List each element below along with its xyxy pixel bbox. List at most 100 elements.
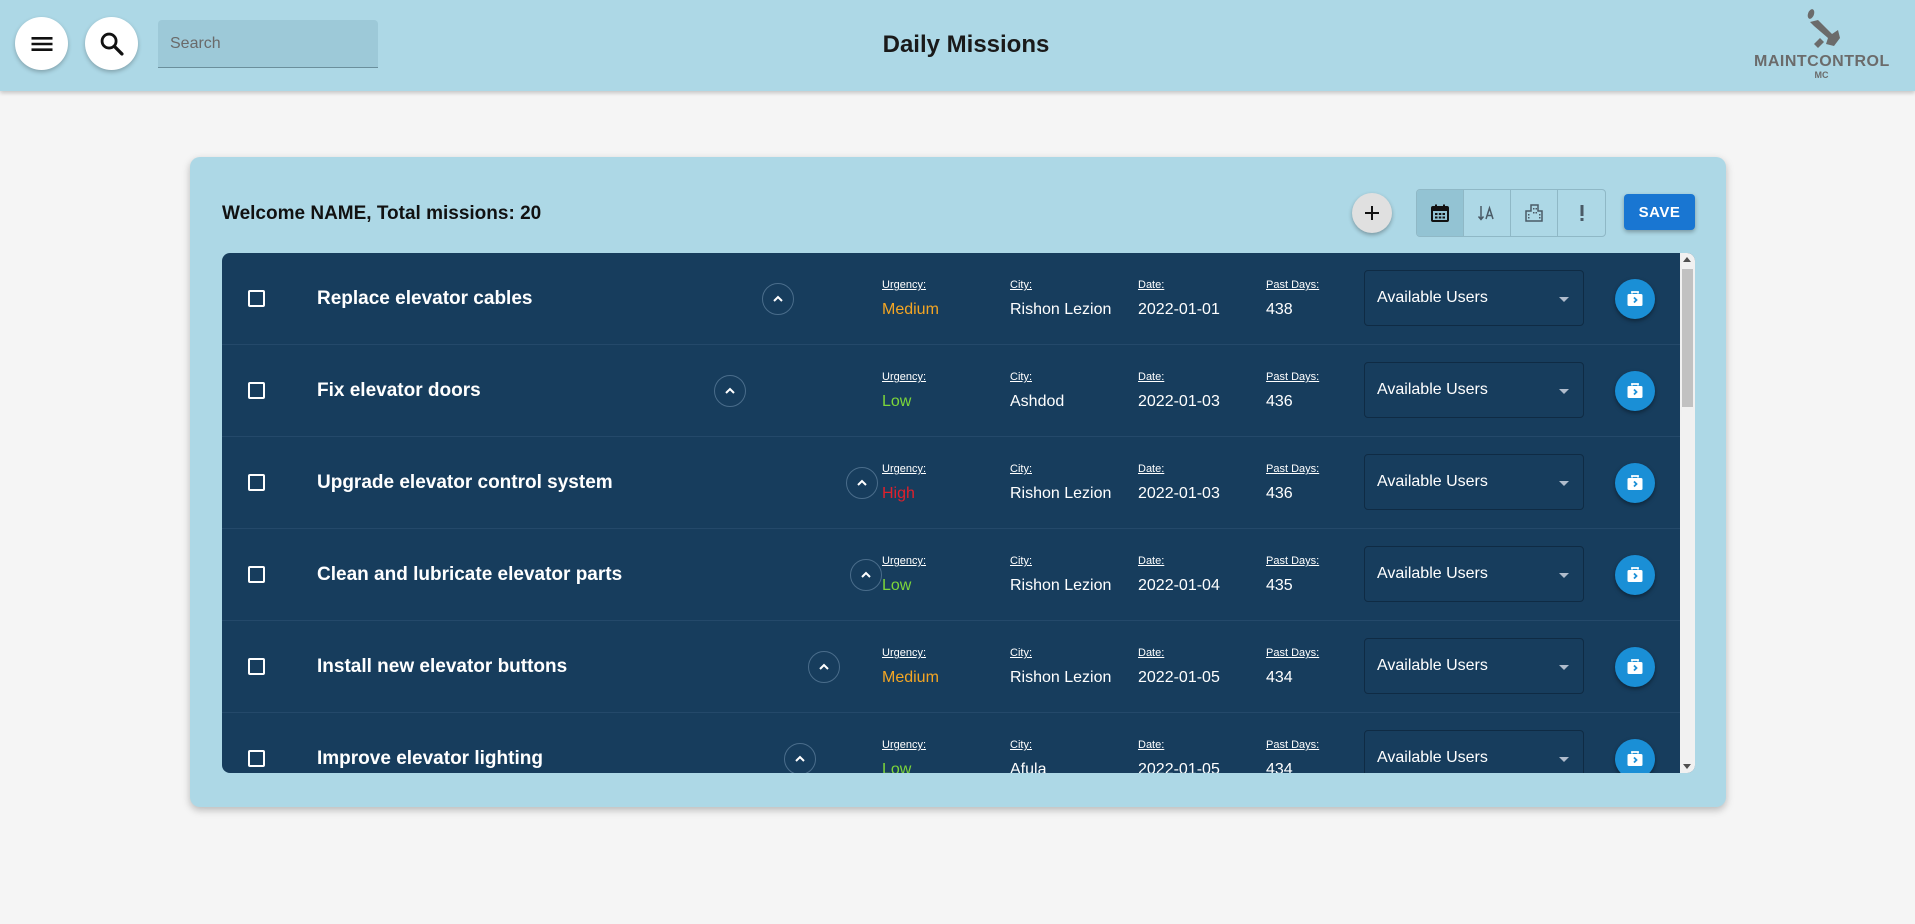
date-label: Date: (1138, 371, 1165, 383)
date-value: 2022-01-03 (1138, 485, 1220, 502)
mission-title: Clean and lubricate elevator parts (317, 564, 623, 585)
sort-by-city-button[interactable] (1511, 190, 1558, 236)
chevron-up-icon (819, 663, 829, 670)
sort-by-date-button[interactable] (1417, 190, 1464, 236)
date-label: Date: (1138, 463, 1165, 475)
available-users-select[interactable]: Available Users (1364, 546, 1584, 602)
city-icon (1525, 204, 1543, 222)
assign-mission-button[interactable] (1615, 739, 1655, 773)
mission-checkbox[interactable] (248, 290, 265, 307)
date-value: 2022-01-01 (1138, 301, 1220, 318)
date-value: 2022-01-04 (1138, 577, 1220, 594)
save-button[interactable]: SAVE (1624, 194, 1695, 230)
mission-row: Upgrade elevator control system Urgency:… (222, 437, 1680, 529)
chevron-up-icon (773, 295, 783, 302)
past-days-value: 435 (1266, 577, 1293, 594)
expand-button[interactable] (762, 283, 794, 315)
assign-mission-button[interactable] (1615, 279, 1655, 319)
mission-row: Improve elevator lighting Urgency: Low C… (222, 713, 1680, 773)
urgency-value: Low (882, 761, 912, 773)
available-users-select[interactable]: Available Users (1364, 454, 1584, 510)
welcome-text: Welcome NAME, Total missions: 20 (222, 203, 542, 224)
date-value: 2022-01-03 (1138, 393, 1220, 410)
caret-down-icon (1559, 573, 1569, 578)
expand-button[interactable] (846, 467, 878, 499)
expand-button[interactable] (714, 375, 746, 407)
city-value: Rishon Lezion (1010, 577, 1112, 594)
caret-down-icon (1559, 297, 1569, 302)
available-users-label: Available Users (1377, 473, 1488, 490)
available-users-select[interactable]: Available Users (1364, 730, 1584, 773)
chevron-up-icon (861, 571, 871, 578)
expand-button[interactable] (784, 743, 816, 773)
briefcase-icon (1627, 383, 1643, 398)
city-label: City: (1010, 647, 1032, 659)
past-days-label: Past Days: (1266, 555, 1320, 567)
past-days-label: Past Days: (1266, 371, 1320, 383)
mission-title: Install new elevator buttons (317, 656, 568, 677)
add-mission-button[interactable] (1352, 193, 1392, 233)
mission-checkbox[interactable] (248, 474, 265, 491)
logo: MAINTCONTROL MC (1754, 8, 1889, 84)
chevron-up-icon (725, 387, 735, 394)
sort-alpha-icon (1477, 205, 1494, 221)
past-days-value: 438 (1266, 301, 1293, 318)
date-label: Date: (1138, 739, 1165, 751)
mission-checkbox[interactable] (248, 382, 265, 399)
urgency-value: Medium (882, 669, 939, 686)
available-users-label: Available Users (1377, 381, 1488, 398)
sort-by-name-button[interactable] (1464, 190, 1511, 236)
mission-title: Improve elevator lighting (317, 748, 543, 769)
date-value: 2022-01-05 (1138, 761, 1220, 773)
expand-button[interactable] (808, 651, 840, 683)
expand-button[interactable] (850, 559, 882, 591)
city-label: City: (1010, 279, 1032, 291)
briefcase-icon (1627, 659, 1643, 674)
assign-mission-button[interactable] (1615, 371, 1655, 411)
assign-mission-button[interactable] (1615, 555, 1655, 595)
available-users-select[interactable]: Available Users (1364, 638, 1584, 694)
scrollbar[interactable] (1680, 253, 1695, 773)
caret-down-icon (1559, 481, 1569, 486)
mission-title: Fix elevator doors (317, 380, 481, 401)
past-days-label: Past Days: (1266, 463, 1320, 475)
missions-card: Welcome NAME, Total missions: 20 SAVE Im… (190, 157, 1726, 807)
urgency-value: Medium (882, 301, 939, 318)
urgency-label: Urgency: (882, 555, 927, 567)
past-days-value: 434 (1266, 669, 1293, 686)
urgency-label: Urgency: (882, 739, 927, 751)
available-users-select[interactable]: Available Users (1364, 362, 1584, 418)
available-users-select[interactable]: Available Users (1364, 270, 1584, 326)
urgency-label: Urgency: (882, 371, 927, 383)
mission-row: Install new elevator buttons Urgency: Me… (222, 621, 1680, 713)
assign-mission-button[interactable] (1615, 647, 1655, 687)
briefcase-icon (1627, 567, 1643, 582)
urgency-value: Low (882, 393, 912, 410)
urgency-value: High (882, 485, 915, 502)
past-days-value: 436 (1266, 393, 1293, 410)
page-title: Daily Missions (882, 31, 1050, 58)
scroll-up-icon[interactable] (1683, 257, 1691, 262)
date-label: Date: (1138, 279, 1165, 291)
mission-row: Fix elevator doors Urgency: Low City: As… (222, 345, 1680, 437)
logo-text: MAINTCONTROL (1754, 53, 1890, 70)
available-users-label: Available Users (1377, 749, 1488, 766)
exclamation-icon (1580, 205, 1583, 221)
mission-checkbox[interactable] (248, 658, 265, 675)
briefcase-icon (1627, 475, 1643, 490)
date-label: Date: (1138, 647, 1165, 659)
past-days-label: Past Days: (1266, 739, 1320, 751)
scroll-thumb[interactable] (1682, 269, 1693, 407)
mission-checkbox[interactable] (248, 566, 265, 583)
caret-down-icon (1559, 389, 1569, 394)
assign-mission-button[interactable] (1615, 463, 1655, 503)
sort-by-urgency-button[interactable] (1558, 190, 1605, 236)
city-label: City: (1010, 371, 1032, 383)
mission-row: Clean and lubricate elevator parts Urgen… (222, 529, 1680, 621)
city-value: Rishon Lezion (1010, 301, 1112, 318)
scroll-down-icon[interactable] (1683, 764, 1691, 769)
date-value: 2022-01-05 (1138, 669, 1220, 686)
mission-checkbox[interactable] (248, 750, 265, 767)
briefcase-icon (1627, 291, 1643, 306)
mission-list[interactable]: Improve elevator lighting Urgency: Low C… (222, 253, 1695, 773)
